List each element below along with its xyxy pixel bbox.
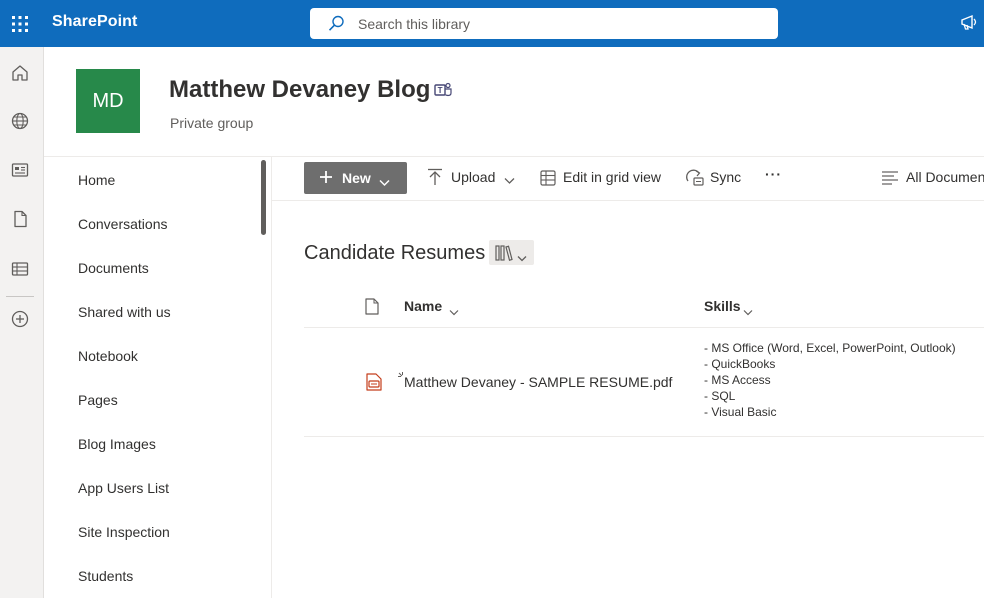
nav-item-app-users-list[interactable]: App Users List — [78, 480, 169, 496]
upload-icon[interactable] — [427, 168, 443, 191]
new-button[interactable]: New — [304, 162, 407, 194]
site-privacy-label: Private group — [170, 115, 254, 131]
search-box[interactable] — [310, 8, 778, 39]
more-options-icon[interactable]: ··· — [765, 166, 782, 182]
nav-item-students[interactable]: Students — [78, 568, 133, 584]
search-icon — [328, 15, 345, 37]
globe-icon[interactable] — [8, 109, 32, 133]
brand-title[interactable]: SharePoint — [52, 13, 137, 31]
news-icon[interactable] — [8, 158, 32, 182]
nav-scrollbar[interactable] — [261, 160, 266, 235]
plus-icon — [319, 170, 333, 187]
pdf-icon — [366, 373, 382, 396]
svg-text:T: T — [438, 86, 443, 95]
column-header-name[interactable]: Name — [404, 298, 442, 314]
chevron-down-icon[interactable] — [449, 303, 459, 321]
chevron-down-icon[interactable] — [743, 303, 753, 321]
nav-item-site-inspection[interactable]: Site Inspection — [78, 524, 170, 540]
view-switcher-button[interactable] — [489, 240, 534, 265]
library-title[interactable]: Candidate Resumes — [304, 242, 485, 265]
file-type-icon[interactable] — [365, 298, 379, 320]
skill-line: - SQL — [704, 389, 736, 403]
list-header-divider — [304, 327, 984, 328]
column-header-skills[interactable]: Skills — [704, 298, 741, 314]
app-launcher-icon[interactable] — [0, 0, 40, 47]
teams-icon[interactable]: T — [433, 81, 453, 104]
site-logo[interactable]: MD — [76, 69, 140, 133]
add-circle-icon[interactable] — [8, 307, 32, 331]
app-bar-divider — [6, 296, 34, 297]
nav-item-blog-images[interactable]: Blog Images — [78, 436, 156, 452]
library-icon — [495, 245, 513, 266]
row-divider — [304, 436, 984, 437]
grid-icon[interactable] — [540, 170, 556, 191]
chevron-down-icon — [379, 174, 390, 190]
suite-bar: SharePoint — [0, 0, 984, 47]
skill-line: - QuickBooks — [704, 357, 776, 371]
sync-button[interactable]: Sync — [710, 169, 741, 185]
lists-icon[interactable] — [8, 257, 32, 281]
chevron-down-icon[interactable] — [504, 172, 515, 190]
nav-item-documents[interactable]: Documents — [78, 260, 149, 276]
file-name-link[interactable]: Matthew Devaney - SAMPLE RESUME.pdf — [404, 374, 672, 390]
megaphone-icon[interactable] — [960, 13, 980, 38]
view-selector-button[interactable]: All Documents — [906, 169, 984, 185]
file-icon[interactable] — [8, 207, 32, 231]
sync-icon[interactable] — [685, 169, 705, 192]
nav-item-home[interactable]: Home — [78, 172, 115, 188]
chevron-down-icon — [517, 249, 527, 267]
left-navigation: Home Conversations Documents Shared with… — [44, 157, 272, 598]
skill-line: - MS Access — [704, 373, 771, 387]
new-button-label: New — [342, 170, 371, 186]
nav-item-notebook[interactable]: Notebook — [78, 348, 138, 364]
edit-in-grid-view-button[interactable]: Edit in grid view — [563, 169, 661, 185]
nav-item-conversations[interactable]: Conversations — [78, 216, 168, 232]
nav-item-shared-with-us[interactable]: Shared with us — [78, 304, 171, 320]
skill-line: - MS Office (Word, Excel, PowerPoint, Ou… — [704, 341, 956, 355]
command-bar: New Upload Edit in grid view Sync ··· Al… — [272, 157, 984, 201]
skill-line: - Visual Basic — [704, 405, 777, 419]
search-input[interactable] — [358, 8, 758, 39]
view-options-icon[interactable] — [881, 170, 899, 191]
nav-item-pages[interactable]: Pages — [78, 392, 118, 408]
home-icon[interactable] — [8, 61, 32, 85]
site-title[interactable]: Matthew Devaney Blog — [169, 76, 430, 104]
upload-button[interactable]: Upload — [451, 169, 495, 185]
app-bar — [0, 47, 44, 598]
